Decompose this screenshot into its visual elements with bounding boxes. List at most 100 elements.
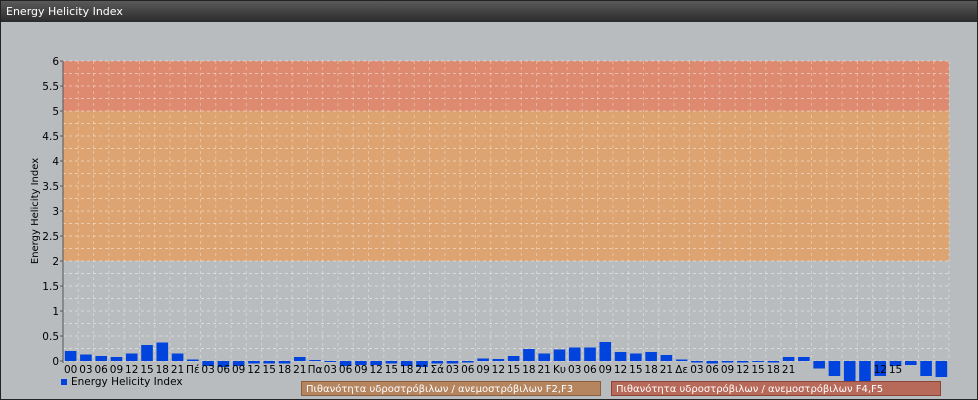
y-tick-label: 4 <box>52 156 59 168</box>
x-tick-label: 15 <box>889 364 902 376</box>
x-tick-label: 21 <box>293 364 306 376</box>
x-tick-label: 21 <box>782 364 795 376</box>
x-tick-label: Κυ <box>553 364 566 376</box>
legend-swatch <box>61 379 67 385</box>
bar <box>736 361 749 363</box>
x-tick-label: 06 <box>95 364 109 376</box>
bar <box>293 357 306 361</box>
x-tick-label: 03 <box>201 364 214 376</box>
bar <box>64 351 77 361</box>
bar <box>492 359 505 361</box>
bar <box>920 361 932 376</box>
x-tick-label: 03 <box>690 364 703 376</box>
x-tick-label: 09 <box>476 364 489 376</box>
bar <box>187 359 199 361</box>
x-tick-label: 06 <box>583 364 597 376</box>
bar <box>553 349 566 361</box>
legend-zone-f2f3: Πιθανότητα υδροστρόβιλων / ανεμοστρόβιλω… <box>301 381 601 396</box>
x-tick-label: 18 <box>278 364 291 376</box>
y-tick-label: 6 <box>52 56 59 68</box>
bar <box>141 345 153 361</box>
x-tick-label: 03 <box>446 364 459 376</box>
y-tick-label: 1.5 <box>42 281 59 293</box>
y-tick-label: 3.5 <box>42 181 59 193</box>
x-tick-label: 12 <box>736 364 749 376</box>
y-axis-title: Energy Helicity Index <box>30 158 41 264</box>
bar <box>691 361 703 363</box>
y-tick-label: 5 <box>52 106 59 118</box>
bar <box>156 342 169 361</box>
x-tick-label: 06 <box>217 364 231 376</box>
y-tick-label: 0 <box>52 356 59 368</box>
bar <box>110 357 123 361</box>
x-tick-label: 09 <box>599 364 612 376</box>
x-tick-label: 00 <box>64 364 77 376</box>
bar <box>125 353 138 361</box>
legend-series-label: Energy Helicity Index <box>71 376 183 388</box>
bar <box>462 361 474 363</box>
x-tick-label: 12 <box>874 364 887 376</box>
x-tick-label: 15 <box>385 364 398 376</box>
x-tick-label: 15 <box>751 364 764 376</box>
bar <box>568 347 581 361</box>
x-tick-label: 18 <box>400 364 413 376</box>
bar <box>675 359 688 361</box>
x-tick-label: 06 <box>339 364 353 376</box>
window-title: Energy Helicity Index <box>1 1 977 22</box>
x-tick-label: 18 <box>644 364 657 376</box>
bar <box>782 357 795 361</box>
x-tick-label: 21 <box>660 364 673 376</box>
bar <box>614 352 627 361</box>
bar <box>935 361 948 377</box>
x-tick-label: 21 <box>171 364 184 376</box>
x-tick-label: 21 <box>415 364 428 376</box>
bar <box>721 361 734 363</box>
bar <box>599 342 612 361</box>
y-tick-label: 0.5 <box>42 331 59 343</box>
bar <box>171 353 184 361</box>
x-tick-label: 15 <box>140 364 153 376</box>
chart-window: Energy Helicity Index 0 0.5 1 1.5 2 2.5 3 3.5 4 4… <box>0 0 978 400</box>
y-tick-label: 2.5 <box>42 231 59 243</box>
bar <box>859 361 871 382</box>
bar <box>660 355 673 361</box>
bar <box>798 357 810 361</box>
ehi-chart: 0 0.5 1 1.5 2 2.5 3 3.5 4 4.5 5 5.5 6 Energy Helicity… <box>3 25 975 397</box>
x-tick-label: 12 <box>125 364 138 376</box>
x-tick-label: 06 <box>706 364 720 376</box>
x-tick-label: 03 <box>324 364 337 376</box>
bar <box>813 361 825 369</box>
y-tick-label: 1 <box>52 306 59 318</box>
x-tick-label: 12 <box>492 364 505 376</box>
x-tick-label: 09 <box>354 364 367 376</box>
x-tick-label: 15 <box>263 364 276 376</box>
bar <box>507 356 520 361</box>
x-tick-label: 09 <box>232 364 245 376</box>
bar <box>523 349 535 361</box>
legend-series: Energy Helicity Index <box>61 376 183 388</box>
y-tick-label: 2 <box>52 256 59 268</box>
bar <box>309 360 321 361</box>
bar <box>477 358 489 361</box>
bar <box>767 361 780 363</box>
bar <box>645 352 657 361</box>
x-tick-label: Δε <box>675 364 688 376</box>
bar <box>828 361 841 376</box>
x-tick-label: 21 <box>538 364 551 376</box>
x-tick-label: 09 <box>721 364 734 376</box>
y-tick-label: 4.5 <box>42 131 59 143</box>
x-tick-label: 12 <box>247 364 260 376</box>
x-tick-label: Πέ <box>186 364 200 376</box>
x-tick-label: 03 <box>568 364 581 376</box>
bar <box>324 361 337 362</box>
x-tick-label: 09 <box>110 364 123 376</box>
bar <box>843 361 856 381</box>
x-tick-label: 18 <box>767 364 780 376</box>
y-tick-label: 3 <box>52 206 59 218</box>
x-tick-label: 15 <box>629 364 642 376</box>
x-tick-label: 18 <box>522 364 535 376</box>
bar <box>80 354 92 361</box>
bar <box>752 361 764 362</box>
y-tick-label: 5.5 <box>42 81 59 93</box>
x-tick-label: Πα <box>308 364 323 376</box>
